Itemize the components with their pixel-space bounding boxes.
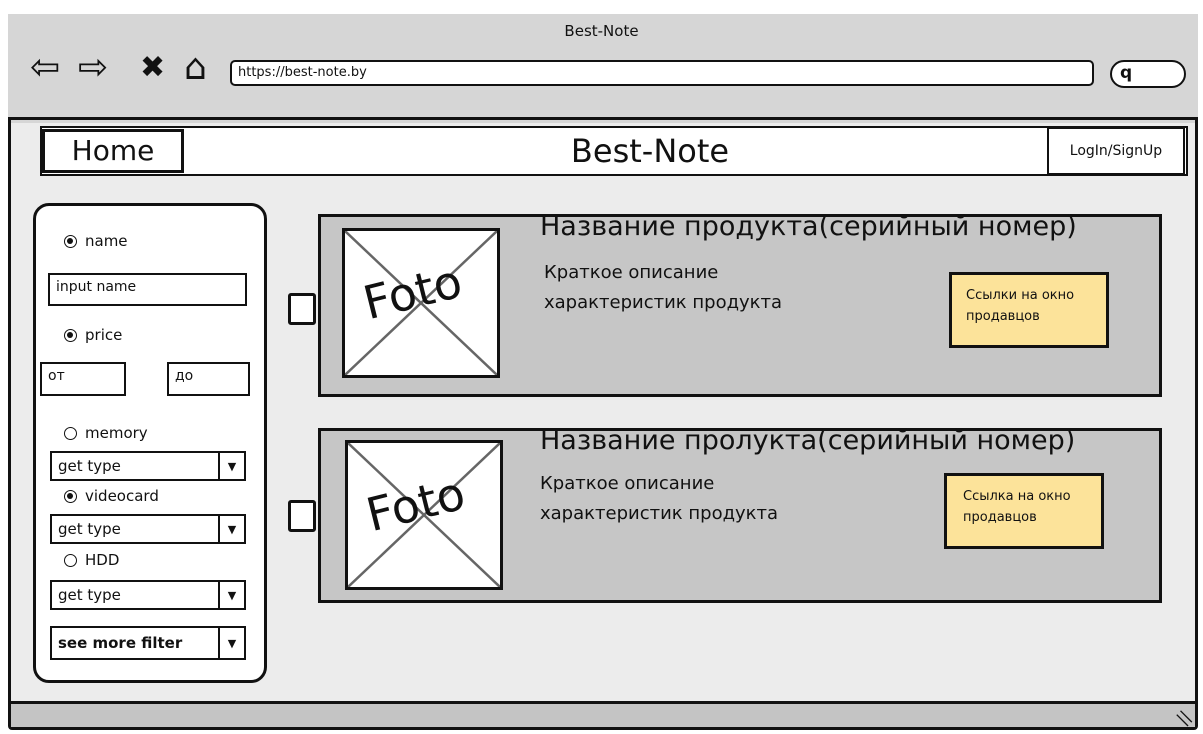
filter-name-option[interactable]: name <box>64 232 128 250</box>
price-to-input[interactable]: до <box>167 362 250 396</box>
close-icon[interactable]: ✖ <box>140 48 165 88</box>
radio-unselected-icon[interactable] <box>64 426 77 440</box>
seller-link-button[interactable]: Ссылка на окно продавцов <box>944 473 1104 549</box>
product-checkbox[interactable] <box>288 500 316 532</box>
search-icon: q <box>1120 63 1133 83</box>
filter-hdd-option[interactable]: HDD <box>64 551 119 569</box>
more-filters-select[interactable]: see more filter ▼ <box>50 626 246 660</box>
filter-price-label: price <box>85 326 123 344</box>
radio-selected-icon[interactable] <box>64 328 77 342</box>
radio-unselected-icon[interactable] <box>64 553 77 567</box>
product-title: Название пролукта(серийный номер) <box>540 425 1076 456</box>
hdd-type-value: get type <box>58 586 121 604</box>
product-photo-placeholder: Foto <box>342 228 500 378</box>
home-icon[interactable]: ⌂ <box>184 48 207 88</box>
product-title: Название продукта(серийный номер) <box>540 211 1077 242</box>
home-button[interactable]: Home <box>42 129 184 173</box>
chevron-down-icon[interactable]: ▼ <box>218 453 244 479</box>
memory-type-value: get type <box>58 457 121 475</box>
back-arrow-icon[interactable]: ⇦ <box>30 48 60 88</box>
filter-memory-option[interactable]: memory <box>64 424 148 442</box>
browser-search-box[interactable]: q <box>1110 60 1186 88</box>
chevron-down-icon[interactable]: ▼ <box>218 516 244 542</box>
filter-videocard-option[interactable]: videocard <box>64 487 159 505</box>
site-title: Best-Note <box>570 132 730 170</box>
name-input[interactable]: input name <box>48 273 247 306</box>
videocard-type-select[interactable]: get type ▼ <box>50 514 246 544</box>
filter-videocard-label: videocard <box>85 487 159 505</box>
more-filters-label: see more filter <box>58 634 183 652</box>
videocard-type-value: get type <box>58 520 121 538</box>
radio-selected-icon[interactable] <box>64 234 77 248</box>
memory-type-select[interactable]: get type ▼ <box>50 451 246 481</box>
product-description: Краткое описание характеристик продукта <box>544 262 783 313</box>
product-photo-placeholder: Foto <box>345 440 503 590</box>
chevron-down-icon[interactable]: ▼ <box>218 628 244 658</box>
status-bar <box>11 701 1195 727</box>
price-from-input[interactable]: от <box>40 362 126 396</box>
chevron-down-icon[interactable]: ▼ <box>218 582 244 608</box>
url-bar[interactable]: https://best-note.by <box>230 60 1094 86</box>
seller-link-button[interactable]: Ссылки на окно продавцов <box>949 272 1109 348</box>
product-description: Краткое описание характеристик продукта <box>540 473 779 524</box>
filter-price-option[interactable]: price <box>64 326 122 344</box>
filter-hdd-label: HDD <box>85 551 120 569</box>
filter-memory-label: memory <box>85 424 148 442</box>
login-signup-button[interactable]: LogIn/SignUp <box>1047 127 1185 175</box>
forward-arrow-icon[interactable]: ⇨ <box>78 48 108 88</box>
hdd-type-select[interactable]: get type ▼ <box>50 580 246 610</box>
product-checkbox[interactable] <box>288 293 316 325</box>
radio-selected-icon[interactable] <box>64 489 77 503</box>
window-title: Best-Note <box>564 22 639 40</box>
filter-name-label: name <box>85 232 128 250</box>
